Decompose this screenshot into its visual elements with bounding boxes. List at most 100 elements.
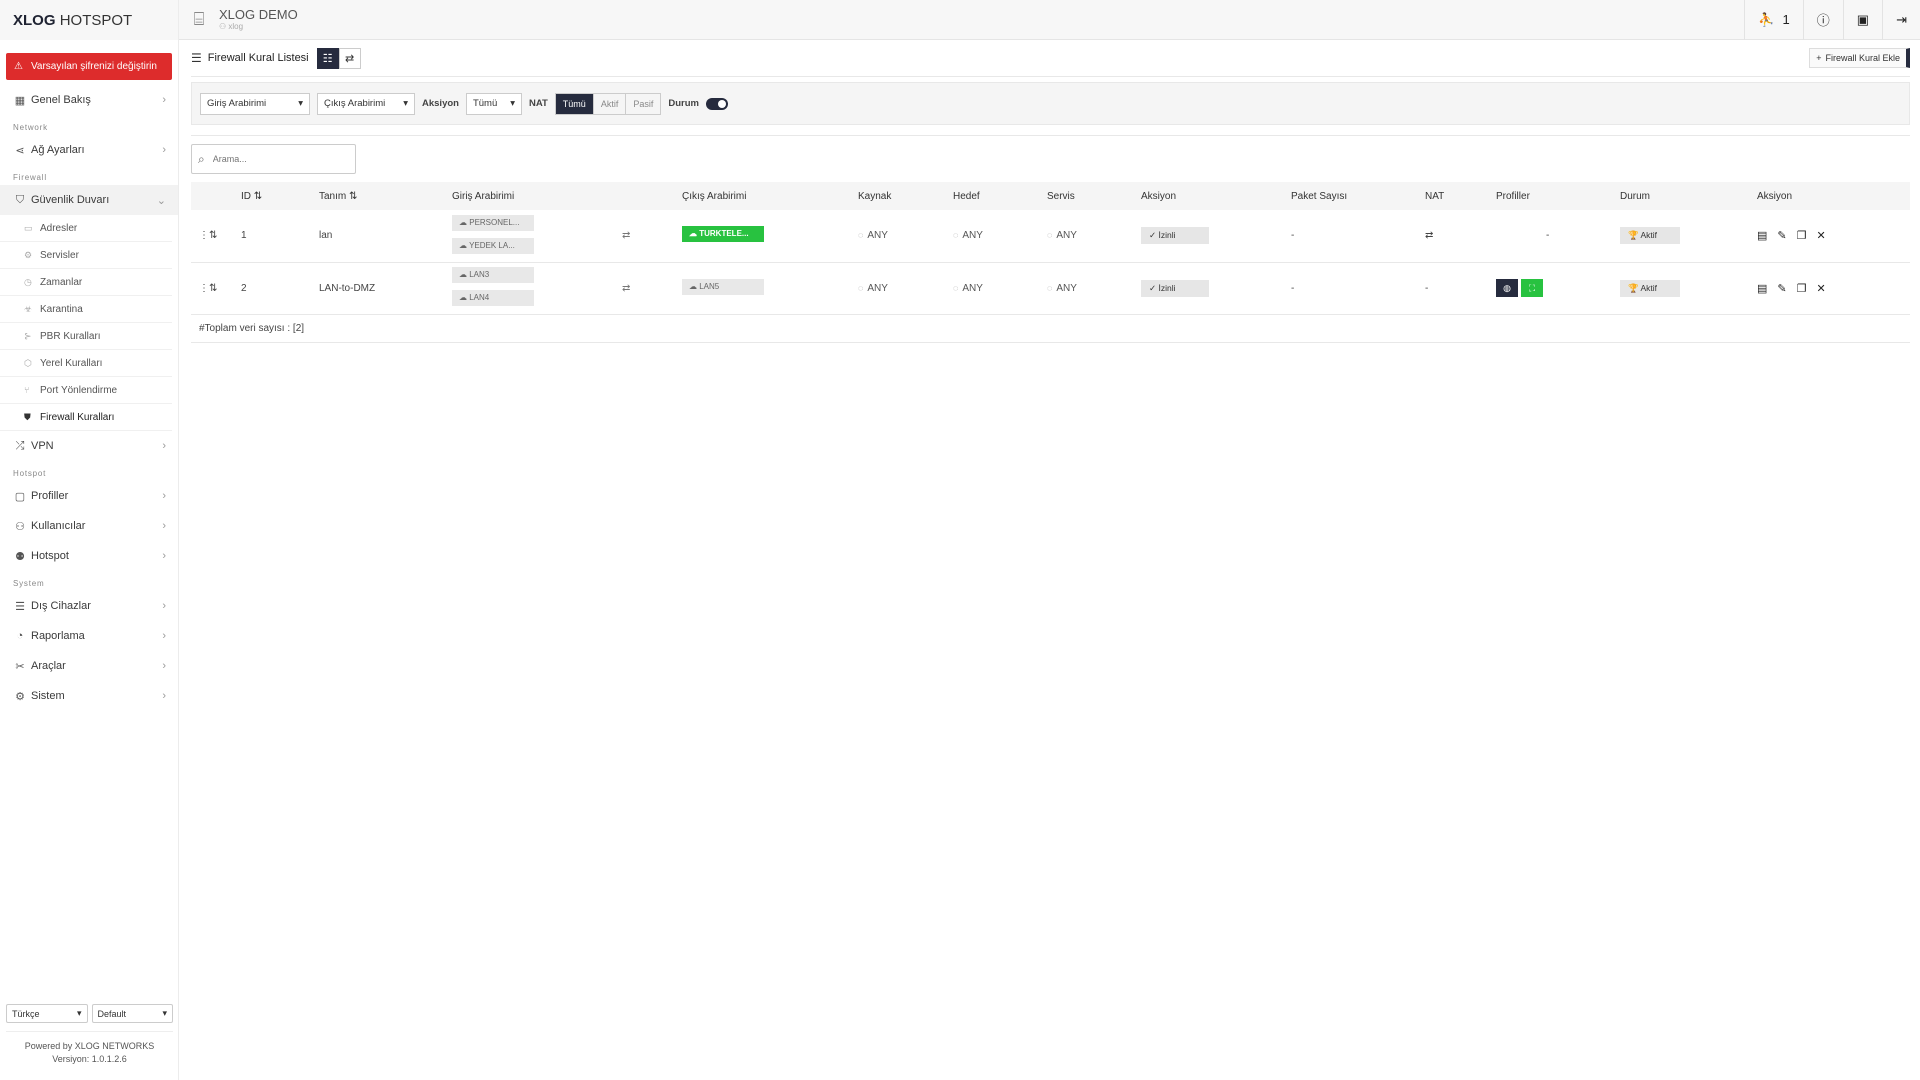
sidebar-item-profiles[interactable]: ▢ Profiller ›	[0, 481, 178, 511]
logout-button[interactable]: ⇥	[1882, 0, 1920, 40]
filter-bar: Giriş Arabirimi ▾ Çıkış Arabirimi ▾ Aksiyo…	[191, 82, 1910, 125]
profile-icon-green[interactable]: ⛶	[1521, 279, 1543, 297]
interface-tag: ☁ TURKTELE...	[682, 226, 764, 243]
info-icon: ⓘ	[1816, 13, 1830, 28]
theme-select[interactable]: Default ▾	[91, 1004, 173, 1023]
chevron-right-icon: ›	[162, 630, 166, 642]
search-input[interactable]	[210, 153, 341, 165]
svc-text: ANY	[1056, 230, 1077, 242]
sidebar-sub-services[interactable]: ⚙ Servisler	[0, 242, 172, 269]
close-icon[interactable]: ✕	[1817, 230, 1826, 242]
section-hotspot: Hotspot	[13, 469, 47, 478]
sidebar-item-security[interactable]: ⛉ Güvenlik Duvarı ⌄	[0, 185, 178, 215]
col-name-label: Tanım	[319, 190, 347, 202]
site-subtitle-text: xlog	[228, 22, 244, 31]
exchange-icon: ⇄	[622, 230, 631, 242]
src-text: ANY	[867, 230, 888, 242]
grid-icon: ▦	[14, 94, 26, 107]
interface-tag: ☁ LAN4	[452, 290, 534, 306]
file-icon[interactable]: ▤	[1757, 230, 1767, 242]
cell-nat: -	[1425, 282, 1429, 294]
language-select[interactable]: Türkçe ▾	[6, 1004, 88, 1023]
menu-icon[interactable]: ☰	[191, 51, 202, 65]
action-filter[interactable]: Tümü ▾	[465, 92, 522, 115]
copy-icon[interactable]: ❐	[1797, 230, 1807, 242]
change-password-alert[interactable]: ⚠ Varsayılan şifrenizi değiştirin	[6, 53, 172, 80]
brand-logo[interactable]: XLOG HOTSPOT	[0, 0, 178, 40]
file-icon[interactable]: ▤	[1757, 283, 1767, 295]
page-title: Firewall Kural Listesi	[207, 52, 309, 64]
sidebar-item-users[interactable]: ⚇ Kullanıcılar ›	[0, 511, 178, 541]
cell-id: 2	[241, 282, 247, 294]
nat-option-passive[interactable]: Pasif	[625, 93, 660, 114]
cell-svc: ◌ ANY	[1047, 210, 1141, 262]
table-row: ⋮⇅ 2 LAN-to-DMZ ☁ LAN3 ☁ LAN4 ⇄ ☁ LAN5 ◌…	[191, 262, 1910, 314]
powered-text: Powered by XLOG NETWORKS	[24, 1041, 155, 1051]
list-view-button[interactable]: ☷	[316, 47, 339, 69]
nat-option-all[interactable]: Tümü	[555, 93, 593, 114]
profile-icon-dark[interactable]: ◍	[1496, 279, 1518, 297]
sidebar-item-vpn[interactable]: ⤮ VPN ›	[0, 431, 178, 461]
col-id[interactable]: ID ⇅	[241, 182, 319, 210]
sidebar: XLOG HOTSPOT ⚠ Varsayılan şifrenizi deği…	[0, 0, 179, 1080]
sidebar-sub-schedules[interactable]: ◷ Zamanlar	[0, 269, 172, 296]
route-icon: ⊱	[24, 330, 32, 341]
sidebar-sub-port-forward[interactable]: ⑂ Port Yönlendirme	[0, 377, 172, 404]
sidebar-sub-pbr[interactable]: ⊱ PBR Kuralları	[0, 323, 172, 350]
sidebar-sub-quarantine[interactable]: ☣ Karantina	[0, 296, 172, 323]
router-icon: ⌸	[193, 9, 205, 29]
chevron-right-icon: ›	[162, 520, 166, 532]
col-dst: Hedef	[953, 190, 980, 202]
sidebar-sub-addresses[interactable]: ▭ Adresler	[0, 215, 172, 242]
nat-option-active[interactable]: Aktif	[592, 93, 626, 114]
drag-handle[interactable]: ⋮⇅	[191, 210, 241, 262]
out-interface-filter[interactable]: Çıkış Arabirimi ▾	[317, 92, 415, 115]
swap-icon: ⇄	[345, 52, 355, 65]
in-interface-filter[interactable]: Giriş Arabirimi ▾	[200, 92, 310, 115]
clipboard-icon: ▢	[14, 490, 26, 503]
site-title: XLOG DEMO	[219, 7, 298, 22]
sub-label: Adresler	[40, 222, 78, 234]
sidebar-sub-local-rules[interactable]: ⬡ Yerel Kuralları	[0, 350, 172, 377]
sidebar-item-devices[interactable]: ☰ Dış Cihazlar ›	[0, 591, 178, 621]
action-badge: ✓ İzinli	[1141, 279, 1209, 297]
site-subtitle: ⚇ xlog	[219, 22, 244, 31]
col-name[interactable]: Tanım ⇅	[319, 182, 452, 210]
caret-down-icon: ▾	[403, 98, 408, 109]
sub-label: Yerel Kuralları	[40, 357, 103, 369]
sidebar-item-reports[interactable]: ◔ Raporlama ›	[0, 621, 178, 651]
copy-icon[interactable]: ❐	[1797, 283, 1807, 295]
table-header-row: ID ⇅ Tanım ⇅ Giriş Arabirimi Çıkış Arabi…	[191, 182, 1910, 210]
nat-filter-label: NAT	[528, 98, 548, 109]
edit-icon[interactable]: ✎	[1777, 230, 1786, 242]
info-button[interactable]: ⓘ	[1802, 0, 1843, 40]
exchange-icon: ⇄	[622, 282, 631, 294]
search-box: ⌕	[191, 144, 356, 174]
swap-view-button[interactable]: ⇄	[338, 47, 361, 69]
settings-icon: ⚙	[15, 690, 25, 703]
sidebar-item-network[interactable]: ⋖ Ağ Ayarları ›	[0, 135, 178, 165]
section-system: System	[13, 579, 45, 588]
sidebar-item-tools[interactable]: ✂ Araçlar ›	[0, 651, 178, 681]
globe-icon: ◌	[858, 282, 864, 293]
sidebar-sub-firewall-rules[interactable]: ⛊ Firewall Kuralları	[0, 404, 172, 431]
sub-label: PBR Kuralları	[40, 330, 101, 342]
drag-handle[interactable]: ⋮⇅	[191, 262, 241, 314]
sidebar-item-hotspot[interactable]: ⚉ Hotspot ›	[0, 541, 178, 571]
col-svc: Servis	[1047, 190, 1075, 202]
close-icon[interactable]: ✕	[1817, 283, 1826, 295]
sidebar-item-label: Profiller	[31, 490, 69, 502]
cell-out: ☁ LAN5	[682, 262, 858, 314]
sidebar-item-system[interactable]: ⚙ Sistem ›	[0, 681, 178, 711]
sidebar-item-overview[interactable]: ▦ Genel Bakış ›	[0, 85, 178, 115]
edit-icon[interactable]: ✎	[1777, 283, 1786, 295]
status-toggle[interactable]	[705, 97, 728, 110]
cell-packets: -	[1291, 230, 1295, 242]
save-button[interactable]: ▣	[1842, 0, 1882, 40]
cell-out: ☁ TURKTELE...	[682, 210, 858, 262]
powered-by: Powered by XLOG NETWORKS Versiyon: 1.0.1…	[6, 1031, 173, 1066]
add-firewall-rule-button[interactable]: + Firewall Kural Ekle	[1809, 48, 1910, 68]
caret-down-icon: ▾	[510, 98, 515, 109]
online-users-button[interactable]: ⛹ 1	[1744, 0, 1802, 40]
caret-down-icon: ▾	[162, 1008, 167, 1018]
